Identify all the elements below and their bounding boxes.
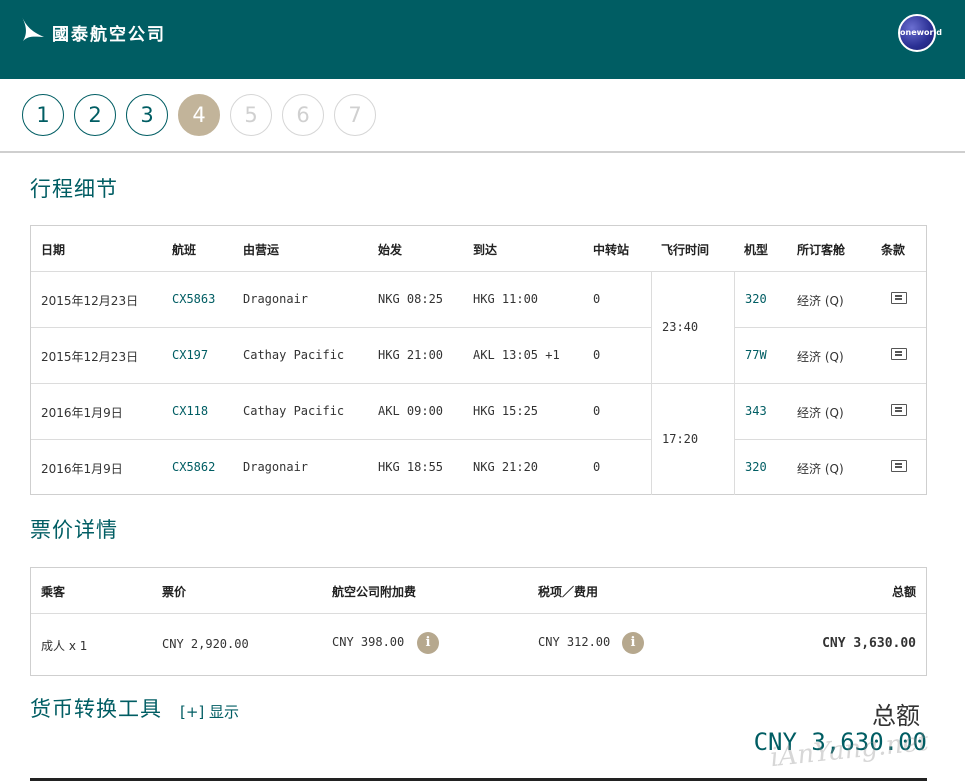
taxes-fees: CNY 312.00 <box>538 635 611 649</box>
taxes-info-icon[interactable]: i <box>622 632 644 654</box>
row2-operator: Cathay Pacific <box>243 348 345 362</box>
row1-cabin: 经济 (Q) <box>797 294 844 308</box>
step-3[interactable]: 3 <box>126 94 168 136</box>
col-arrive: 到达 <box>473 243 498 257</box>
row2-aircraft-link[interactable]: 77W <box>745 348 767 362</box>
step-6: 6 <box>282 94 324 136</box>
row4-stops: 0 <box>593 460 601 474</box>
surcharge-info-icon[interactable]: i <box>417 632 439 654</box>
step-5: 5 <box>230 94 272 136</box>
col-passenger: 乘客 <box>41 585 66 599</box>
duration-outbound: 23:40 <box>662 320 699 334</box>
row4-arrive: NKG 21:20 <box>473 460 539 474</box>
duration-return: 17:20 <box>662 432 699 446</box>
fare-table: 乘客 票价 航空公司附加费 税项／费用 总额 成人 x 1 CNY 2,920.… <box>30 567 927 676</box>
row2-flight-link[interactable]: CX197 <box>172 348 208 362</box>
row1-aircraft-link[interactable]: 320 <box>745 292 767 306</box>
row3-aircraft-link[interactable]: 343 <box>745 404 767 418</box>
base-fare: CNY 2,920.00 <box>162 637 249 651</box>
row2-cabin: 经济 (Q) <box>797 350 844 364</box>
col-date: 日期 <box>41 243 66 257</box>
step-1[interactable]: 1 <box>22 94 64 136</box>
row3-date: 2016年1月9日 <box>41 406 123 420</box>
row4-cabin: 经济 (Q) <box>797 462 844 476</box>
fare-terms-icon[interactable] <box>891 292 907 304</box>
brand-name: 國泰航空公司 <box>52 25 166 45</box>
step-4-current: 4 <box>178 94 220 136</box>
grand-total-label: 总额 <box>872 702 920 730</box>
currency-converter-title: 货币转换工具 <box>30 697 162 721</box>
row2-depart: HKG 21:00 <box>378 348 444 362</box>
itinerary-title: 行程细节 <box>30 177 118 201</box>
divider <box>735 327 926 328</box>
progress-steps: 1 2 3 4 5 6 7 <box>0 79 965 153</box>
fare-total: CNY 3,630.00 <box>822 636 916 651</box>
col-fare: 票价 <box>162 585 187 599</box>
row2-arrive: AKL 13:05 +1 <box>473 348 560 362</box>
col-depart: 始发 <box>378 243 403 257</box>
row3-arrive: HKG 15:25 <box>473 404 539 418</box>
divider <box>31 271 926 272</box>
row4-flight-link[interactable]: CX5862 <box>172 460 215 474</box>
passenger-type: 成人 x 1 <box>41 639 88 653</box>
row4-operator: Dragonair <box>243 460 309 474</box>
row2-stops: 0 <box>593 348 601 362</box>
row3-cabin: 经济 (Q) <box>797 406 844 420</box>
row4-depart: HKG 18:55 <box>378 460 444 474</box>
col-aircraft: 机型 <box>744 243 769 257</box>
col-operator: 由营运 <box>243 243 280 257</box>
col-surcharge: 航空公司附加费 <box>332 585 417 599</box>
divider <box>734 271 735 495</box>
oneworld-logo[interactable]: oneworld <box>898 14 942 52</box>
site-header: 國泰航空公司 oneworld <box>0 0 965 79</box>
cathay-logo[interactable]: 國泰航空公司 <box>20 14 166 45</box>
row1-stops: 0 <box>593 292 601 306</box>
step-2[interactable]: 2 <box>74 94 116 136</box>
col-duration: 飞行时间 <box>661 243 710 257</box>
converter-show-toggle[interactable]: [+] 显示 <box>180 701 239 722</box>
divider <box>735 439 926 440</box>
row1-flight-link[interactable]: CX5863 <box>172 292 215 306</box>
fare-title: 票价详情 <box>30 518 118 542</box>
divider <box>31 383 926 384</box>
row1-date: 2015年12月23日 <box>41 294 139 308</box>
row1-arrive: HKG 11:00 <box>473 292 539 306</box>
row4-aircraft-link[interactable]: 320 <box>745 460 767 474</box>
col-cabin: 所订客舱 <box>797 243 846 257</box>
divider <box>31 613 926 614</box>
fare-terms-icon[interactable] <box>891 348 907 360</box>
col-flight: 航班 <box>172 243 197 257</box>
col-total: 总额 <box>891 585 916 599</box>
row3-flight-link[interactable]: CX118 <box>172 404 208 418</box>
fare-terms-icon[interactable] <box>891 404 907 416</box>
fare-terms-icon[interactable] <box>891 460 907 472</box>
step-7: 7 <box>334 94 376 136</box>
row2-date: 2015年12月23日 <box>41 350 139 364</box>
row3-depart: AKL 09:00 <box>378 404 444 418</box>
col-terms: 条款 <box>881 243 906 257</box>
divider <box>31 439 651 440</box>
divider <box>31 327 651 328</box>
itinerary-table: 日期 航班 由营运 始发 到达 中转站 飞行时间 机型 所订客舱 条款 2015… <box>30 225 927 495</box>
brushwing-icon <box>22 16 44 41</box>
row1-depart: NKG 08:25 <box>378 292 444 306</box>
row3-stops: 0 <box>593 404 601 418</box>
col-taxes: 税项／费用 <box>538 585 599 599</box>
row4-date: 2016年1月9日 <box>41 462 123 476</box>
col-stops: 中转站 <box>593 243 630 257</box>
row1-operator: Dragonair <box>243 292 309 306</box>
divider <box>651 271 652 495</box>
row3-operator: Cathay Pacific <box>243 404 345 418</box>
footer-rule <box>30 778 927 781</box>
carrier-surcharge: CNY 398.00 <box>332 635 405 649</box>
